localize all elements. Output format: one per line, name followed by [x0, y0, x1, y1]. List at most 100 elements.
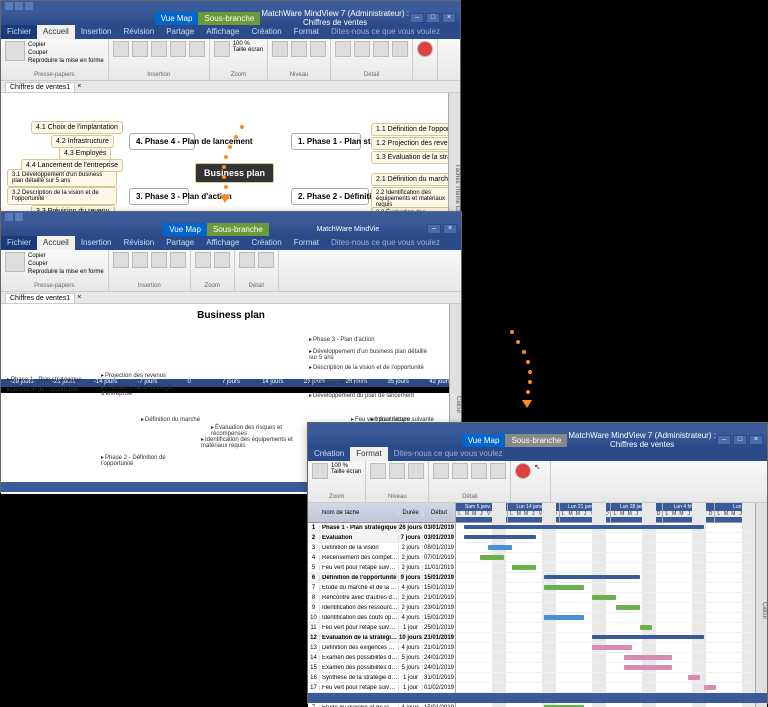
ribbon-tab-format[interactable]: Format [350, 447, 387, 461]
gantt-task-row[interactable]: 13Définition des exigences de la no...4 … [308, 643, 455, 653]
timeline-icon[interactable] [452, 463, 468, 479]
object-icon[interactable] [189, 41, 205, 57]
gantt-task-row[interactable]: 11Feu vert pour l'étape suivante1 jour25… [308, 623, 455, 633]
ribbon-tab[interactable]: Sous-branche [198, 12, 260, 25]
fullscreen-icon[interactable] [312, 463, 328, 479]
ribbon-tab[interactable]: Sous-branche [505, 434, 567, 447]
qat-icon[interactable] [15, 213, 23, 221]
gantt-canvas[interactable]: Nom de tâche Durée Début 1Phase 1 - Plan… [308, 503, 767, 707]
ribbon-tab-create[interactable]: Création [308, 447, 350, 461]
mindmap-phase-node[interactable]: 4. Phase 4 - Plan de lancement [129, 133, 195, 150]
gantt-bar[interactable] [544, 575, 640, 579]
timeline-item[interactable]: Phase 3 - Plan d'action [309, 336, 375, 343]
gantt-bar[interactable] [616, 605, 640, 610]
gantt-bar[interactable] [592, 635, 704, 639]
gantt-bar[interactable] [640, 625, 652, 630]
gantt-bar[interactable] [624, 655, 672, 660]
gantt-bar[interactable] [624, 665, 672, 670]
ribbon-tab[interactable]: Sous-branche [207, 223, 269, 236]
branch-icon[interactable] [113, 41, 129, 57]
gantt-task-row[interactable]: 3Définition de la vision2 jours08/01/201… [308, 543, 455, 553]
gantt-bar[interactable] [464, 525, 704, 529]
subbranch-icon[interactable] [132, 252, 148, 268]
fullscreen-icon[interactable] [214, 41, 230, 57]
copy-button[interactable]: Copier [28, 252, 104, 260]
search-box[interactable]: Dites-nous ce que vous voulez [325, 25, 446, 39]
paste-icon[interactable] [5, 252, 25, 272]
gantt-task-row[interactable]: 10Identification des coûts opération...4… [308, 613, 455, 623]
minimize-button[interactable]: – [717, 435, 731, 445]
gantt-icon[interactable] [392, 41, 408, 57]
ribbon-tab-create[interactable]: Création [245, 236, 287, 250]
mindmap-leaf-node[interactable]: 4.1 Choix de l'implantation [31, 121, 123, 134]
delete-icon[interactable] [417, 41, 433, 57]
gantt-chart-area[interactable]: Sam 5 janv. 19LMMJVSDLun 14 janv. 19LMMJ… [456, 503, 767, 707]
gantt-task-row[interactable]: 8Rencontre avec d'autres dirigean...2 jo… [308, 593, 455, 603]
cursor-icon[interactable]: ↖ [534, 463, 546, 477]
mindmap-phase-node[interactable]: 3. Phase 3 - Plan d'action [129, 188, 189, 205]
ribbon-tab-format[interactable]: Format [288, 25, 325, 39]
gantt-icon[interactable] [490, 463, 506, 479]
gantt-task-row[interactable]: 5Feu vert pour l'étape suivante2 jours11… [308, 563, 455, 573]
format-painter-button[interactable]: Reproduire la mise en forme [28, 268, 104, 276]
timeline-item[interactable]: Évaluation de la stratégie d'entreprise [101, 384, 181, 397]
qat-icon[interactable] [25, 2, 33, 10]
ribbon-tab-home[interactable]: Accueil [37, 25, 75, 39]
gantt-bar[interactable] [512, 565, 536, 570]
mindmap-phase-node[interactable]: 1. Phase 1 - Plan stratégique [291, 133, 361, 150]
ribbon-tab-format[interactable]: Format [288, 236, 325, 250]
ribbon-tab-share[interactable]: Partage [160, 236, 200, 250]
search-box[interactable]: Dites-nous ce que vous voulez [325, 236, 446, 250]
gantt-task-row[interactable]: 1Phase 1 - Plan stratégique26 jours03/01… [308, 523, 455, 533]
gantt-task-row[interactable]: 15Examen des possibilités de franc...5 j… [308, 663, 455, 673]
timeline-icon[interactable] [354, 41, 370, 57]
timeline-item[interactable]: Développement d'un business plan détaill… [309, 348, 429, 361]
close-tab-icon[interactable]: × [77, 83, 81, 90]
minimize-button[interactable]: – [410, 13, 424, 23]
fit-screen[interactable]: Taille écran [331, 469, 361, 475]
timeline-item[interactable]: Identification des équipements et matéri… [201, 436, 301, 449]
delete-icon[interactable] [515, 463, 531, 479]
right-sidebar[interactable]: Calcul [755, 503, 767, 707]
cut-button[interactable]: Couper [28, 260, 104, 268]
ribbon-tab-insert[interactable]: Insertion [75, 236, 118, 250]
image-icon[interactable] [170, 41, 186, 57]
ribbon-tab-file[interactable]: Fichier [1, 25, 37, 39]
branch-icon[interactable] [113, 252, 129, 268]
apply-focus-icon[interactable] [389, 463, 405, 479]
maximize-button[interactable]: □ [733, 435, 747, 445]
gantt-bar[interactable] [544, 615, 584, 620]
gantt-task-row[interactable]: 9Identification des ressources néc...2 j… [308, 603, 455, 613]
mindmap-leaf-node[interactable]: 2.1 Définition du marché [371, 173, 457, 186]
ribbon-tab-share[interactable]: Partage [160, 25, 200, 39]
minimize-button[interactable]: – [427, 224, 441, 234]
qat-icon[interactable] [5, 213, 13, 221]
close-button[interactable]: × [749, 435, 763, 445]
cut-button[interactable]: Couper [28, 49, 104, 57]
gantt-bar[interactable] [592, 645, 632, 650]
gantt-bar[interactable] [480, 555, 504, 560]
ribbon-tab-review[interactable]: Révision [118, 25, 161, 39]
mindmap-leaf-node[interactable]: 1.2 Projection des revenus [371, 137, 460, 150]
focus-icon[interactable] [239, 252, 255, 268]
mindmap-leaf-node[interactable]: 1.1 Définition de l'opportunité [371, 123, 460, 136]
qat-icon[interactable] [5, 2, 13, 10]
gantt-task-row[interactable]: 4Recensement des compétences...2 jours07… [308, 553, 455, 563]
mindmap-leaf-node[interactable]: 4.4 Lancement de l'entreprise [21, 159, 123, 172]
ribbon-tab-create[interactable]: Création [245, 25, 287, 39]
timeline-item[interactable]: Projection des revenus [101, 372, 166, 379]
gantt-bar[interactable] [704, 685, 716, 690]
timeline-item[interactable]: Phase 1 - Plan stratégique [7, 376, 82, 383]
close-button[interactable]: × [443, 224, 457, 234]
fit-screen[interactable]: Taille écran [233, 47, 263, 53]
close-tab-icon[interactable]: × [77, 294, 81, 301]
timeline-item[interactable]: Définition du marché [141, 416, 200, 423]
timeline-item[interactable]: Développement du plan de lancement [309, 392, 414, 399]
document-tab[interactable]: Chiffres de ventes1 [5, 293, 75, 303]
map-views-icon[interactable] [335, 41, 351, 57]
search-box[interactable]: Dites-nous ce que vous voulez [388, 447, 509, 461]
ribbon-tab-review[interactable]: Révision [118, 236, 161, 250]
ribbon-tab-file[interactable]: Fichier [1, 236, 37, 250]
gantt-task-row[interactable]: 16Synthèse de la stratégie d'entrep...1 … [308, 673, 455, 683]
note-icon[interactable] [151, 41, 167, 57]
